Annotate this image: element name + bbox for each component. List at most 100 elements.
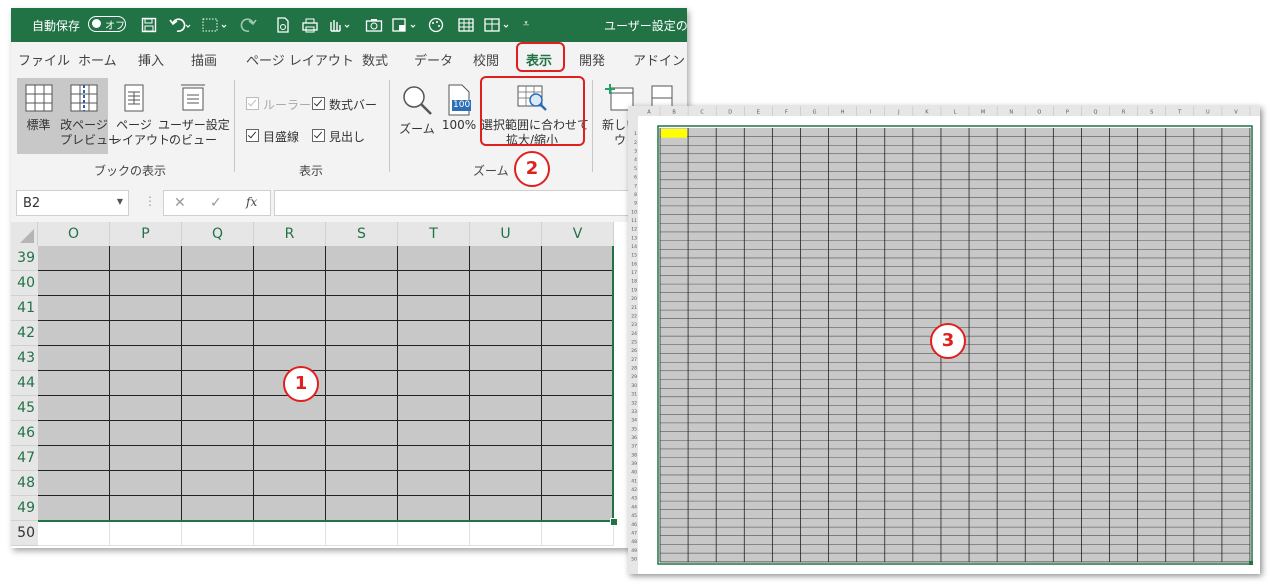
cell-p49[interactable] bbox=[110, 496, 182, 521]
cell-p39[interactable] bbox=[110, 246, 182, 271]
cell-p44[interactable] bbox=[110, 371, 182, 396]
cell-t42[interactable] bbox=[398, 321, 470, 346]
palette-icon[interactable] bbox=[427, 17, 445, 37]
cell-t44[interactable] bbox=[398, 371, 470, 396]
cell-u50[interactable] bbox=[470, 521, 542, 546]
cell-p46[interactable] bbox=[110, 421, 182, 446]
cell-t43[interactable] bbox=[398, 346, 470, 371]
cell-u44[interactable] bbox=[470, 371, 542, 396]
table-icon[interactable] bbox=[457, 17, 475, 37]
cell-p40[interactable] bbox=[110, 271, 182, 296]
cell-t49[interactable] bbox=[398, 496, 470, 521]
cell-t47[interactable] bbox=[398, 446, 470, 471]
cell-p41[interactable] bbox=[110, 296, 182, 321]
cell-v39[interactable] bbox=[542, 246, 614, 271]
print-preview-icon[interactable] bbox=[275, 17, 291, 37]
cell-q46[interactable] bbox=[182, 421, 254, 446]
column-header-u[interactable]: U bbox=[470, 222, 542, 246]
cancel-icon[interactable]: ✕ bbox=[174, 195, 186, 211]
cell-q45[interactable] bbox=[182, 396, 254, 421]
tab-addins[interactable]: アドイン bbox=[633, 50, 685, 69]
cell-u49[interactable] bbox=[470, 496, 542, 521]
cell-o42[interactable] bbox=[38, 321, 110, 346]
row-header-39[interactable]: 39 bbox=[11, 246, 38, 271]
row-header-48[interactable]: 48 bbox=[11, 471, 38, 496]
undo-icon[interactable] bbox=[169, 17, 191, 37]
cell-p45[interactable] bbox=[110, 396, 182, 421]
autosave-toggle[interactable]: オフ bbox=[88, 16, 126, 32]
tab-page-layout[interactable]: ページ レイアウト bbox=[246, 50, 354, 69]
cell-o46[interactable] bbox=[38, 421, 110, 446]
tab-insert[interactable]: 挿入 bbox=[138, 50, 164, 69]
cell-v46[interactable] bbox=[542, 421, 614, 446]
insert-function-icon[interactable]: fx bbox=[246, 195, 257, 209]
cell-v45[interactable] bbox=[542, 396, 614, 421]
cell-q49[interactable] bbox=[182, 496, 254, 521]
cell-q43[interactable] bbox=[182, 346, 254, 371]
tab-review[interactable]: 校閲 bbox=[473, 50, 499, 69]
tab-developer[interactable]: 開発 bbox=[579, 50, 605, 69]
screenshot-icon[interactable] bbox=[391, 17, 419, 37]
cell-v50[interactable] bbox=[542, 521, 614, 546]
cell-v40[interactable] bbox=[542, 271, 614, 296]
cell-r40[interactable] bbox=[254, 271, 326, 296]
row-header-41[interactable]: 41 bbox=[11, 296, 38, 321]
cell-t41[interactable] bbox=[398, 296, 470, 321]
fill-handle[interactable] bbox=[610, 518, 618, 526]
cell-u48[interactable] bbox=[470, 471, 542, 496]
cell-q50[interactable] bbox=[182, 521, 254, 546]
cell-s44[interactable] bbox=[326, 371, 398, 396]
cell-r48[interactable] bbox=[254, 471, 326, 496]
column-header-t[interactable]: T bbox=[398, 222, 470, 246]
cell-r43[interactable] bbox=[254, 346, 326, 371]
column-header-q[interactable]: Q bbox=[182, 222, 254, 246]
cell-q39[interactable] bbox=[182, 246, 254, 271]
ruler-checkbox[interactable]: ルーラー bbox=[246, 96, 311, 113]
cell-v43[interactable] bbox=[542, 346, 614, 371]
tab-home[interactable]: ホーム bbox=[78, 50, 117, 69]
cell-o45[interactable] bbox=[38, 396, 110, 421]
select-all-corner[interactable] bbox=[11, 222, 38, 246]
cell-s45[interactable] bbox=[326, 396, 398, 421]
cell-s50[interactable] bbox=[326, 521, 398, 546]
column-header-p[interactable]: P bbox=[110, 222, 182, 246]
cell-t48[interactable] bbox=[398, 471, 470, 496]
worksheet-grid[interactable]: O P Q R S T U V 39 40 41 42 43 44 45 46 47 48 49 50 bbox=[11, 222, 687, 548]
cell-q44[interactable] bbox=[182, 371, 254, 396]
enter-icon[interactable]: ✓ bbox=[210, 195, 222, 211]
cell-r46[interactable] bbox=[254, 421, 326, 446]
cell-v47[interactable] bbox=[542, 446, 614, 471]
formula-bar-checkbox[interactable]: 数式バー bbox=[312, 96, 377, 113]
name-box[interactable]: B2 ▼ bbox=[16, 190, 129, 216]
cell-r49[interactable] bbox=[254, 496, 326, 521]
row-header-46[interactable]: 46 bbox=[11, 421, 38, 446]
cell-t46[interactable] bbox=[398, 421, 470, 446]
row-header-49[interactable]: 49 bbox=[11, 496, 38, 521]
cell-v42[interactable] bbox=[542, 321, 614, 346]
cell-q41[interactable] bbox=[182, 296, 254, 321]
cell-r50[interactable] bbox=[254, 521, 326, 546]
row-header-45[interactable]: 45 bbox=[11, 396, 38, 421]
cell-p50[interactable] bbox=[110, 521, 182, 546]
cell-u43[interactable] bbox=[470, 346, 542, 371]
cell-o40[interactable] bbox=[38, 271, 110, 296]
view-grid-icon[interactable] bbox=[483, 17, 513, 37]
cell-t39[interactable] bbox=[398, 246, 470, 271]
cell-s49[interactable] bbox=[326, 496, 398, 521]
cell-s42[interactable] bbox=[326, 321, 398, 346]
cell-o44[interactable] bbox=[38, 371, 110, 396]
cell-u47[interactable] bbox=[470, 446, 542, 471]
cell-v41[interactable] bbox=[542, 296, 614, 321]
cell-t45[interactable] bbox=[398, 396, 470, 421]
cell-r41[interactable] bbox=[254, 296, 326, 321]
cell-u46[interactable] bbox=[470, 421, 542, 446]
tab-file[interactable]: ファイル bbox=[18, 50, 70, 69]
cell-o49[interactable] bbox=[38, 496, 110, 521]
cell-o39[interactable] bbox=[38, 246, 110, 271]
cell-s46[interactable] bbox=[326, 421, 398, 446]
row-header-43[interactable]: 43 bbox=[11, 346, 38, 371]
cell-v48[interactable] bbox=[542, 471, 614, 496]
cell-o48[interactable] bbox=[38, 471, 110, 496]
page-break-preview-button[interactable]: 改ページ プレビュー bbox=[60, 78, 120, 154]
cell-o50[interactable] bbox=[38, 521, 110, 546]
